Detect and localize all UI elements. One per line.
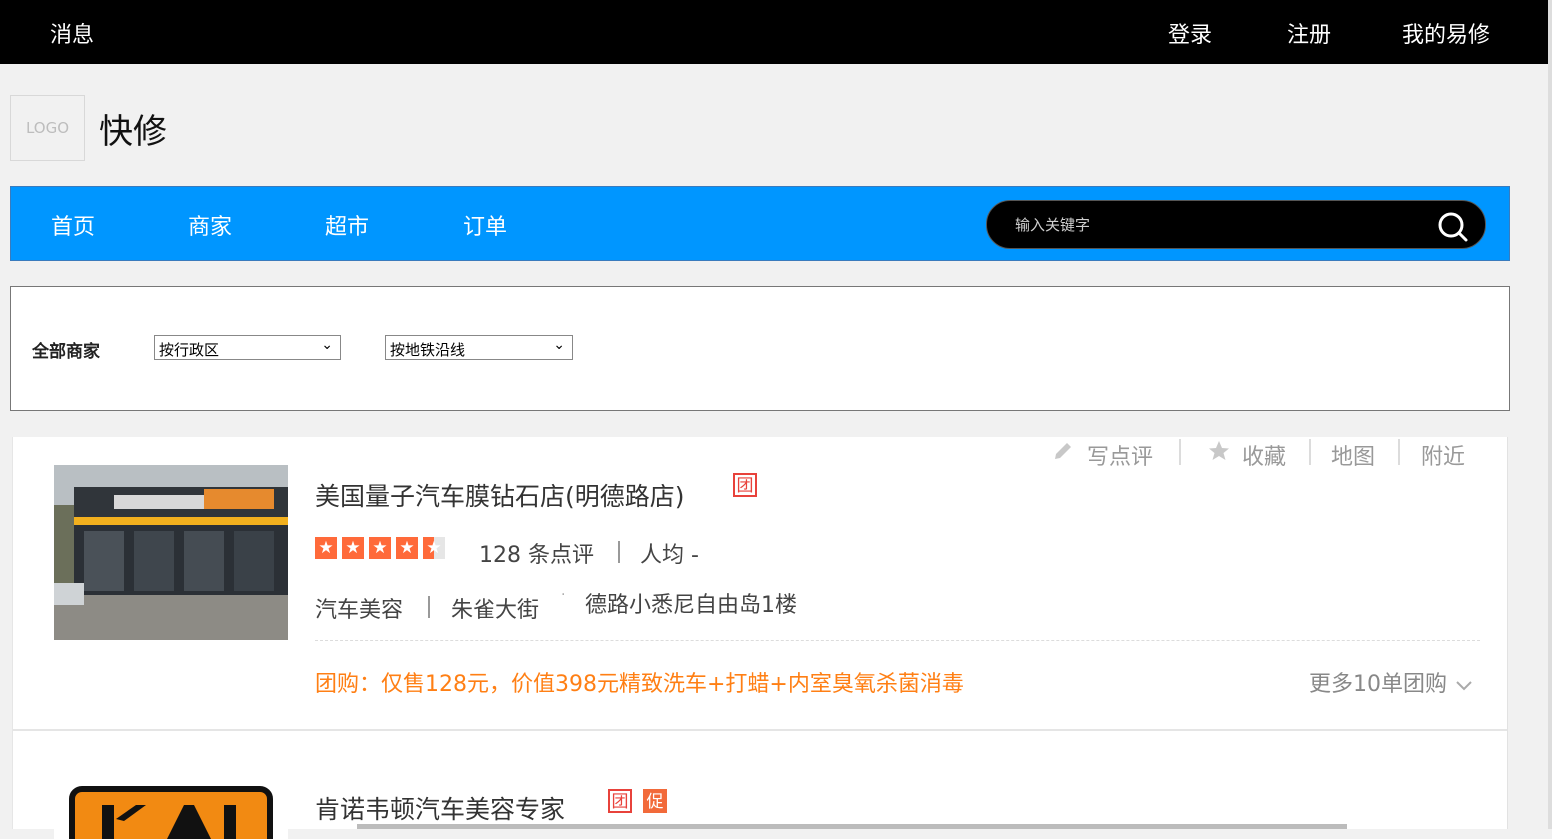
group-buy-badge: 团 xyxy=(733,473,757,497)
review-count[interactable]: 128 条点评 xyxy=(479,537,594,569)
brand-logo-image xyxy=(69,786,273,839)
register-link[interactable]: 注册 xyxy=(1287,17,1331,49)
pencil-icon xyxy=(1055,443,1071,459)
nav-item-merchants[interactable]: 商家 xyxy=(188,209,232,241)
avg-price: 人均 - xyxy=(640,543,699,568)
promotion-badge: 促 xyxy=(643,789,667,813)
more-deals-link[interactable]: 更多10单团购 xyxy=(1309,666,1474,698)
site-title: 快修 xyxy=(99,112,167,152)
dashed-divider xyxy=(315,640,1480,641)
logo[interactable]: LOGO xyxy=(10,95,85,161)
row-divider xyxy=(13,729,1507,731)
district-select[interactable]: 按行政区 ⌄ xyxy=(154,335,341,360)
chevron-down-icon: ⌄ xyxy=(553,337,565,353)
search-box xyxy=(986,200,1486,249)
login-link[interactable]: 登录 xyxy=(1168,17,1212,49)
shop-category[interactable]: 汽车美容 xyxy=(315,592,403,624)
dot-separator: · xyxy=(561,587,566,603)
star-icon: ★ xyxy=(315,537,337,559)
shop-address: 德路小悉尼自由岛1楼 xyxy=(585,593,797,618)
storefront-image xyxy=(54,465,288,640)
star-icon: ★ xyxy=(396,537,418,559)
top-bar: 消息 登录 注册 我的易修 xyxy=(0,0,1552,64)
star-icon xyxy=(1209,441,1229,460)
vertical-scrollbar[interactable] xyxy=(1548,0,1552,829)
map-link[interactable]: 地图 xyxy=(1331,439,1375,471)
shop-list: 写点评 收藏 地图 附近 美国量子汽车膜钻石店(明德路店) 团 ★ ★ ★ ★ … xyxy=(12,437,1508,839)
nearby-link[interactable]: 附近 xyxy=(1421,439,1465,471)
metro-select-value: 按地铁沿线 xyxy=(390,341,466,359)
chevron-down-icon: ⌄ xyxy=(321,337,333,353)
shop-area[interactable]: 朱雀大街 xyxy=(451,592,539,624)
half-star-icon: ★ xyxy=(423,537,445,559)
action-divider xyxy=(1309,439,1311,465)
more-deals-label: 更多10单团购 xyxy=(1309,672,1447,697)
group-buy-deal[interactable]: 团购：仅售128元，价值398元精致洗车+打蜡+内室臭氧杀菌消毒 xyxy=(315,666,964,698)
search-input[interactable] xyxy=(1013,211,1417,239)
shop-photo[interactable] xyxy=(54,465,288,640)
shop-name[interactable]: 肯诺韦顿汽车美容专家 xyxy=(315,790,565,826)
nav-item-orders[interactable]: 订单 xyxy=(463,209,507,241)
group-buy-badge: 团 xyxy=(608,789,632,813)
nav-item-supermarket[interactable]: 超市 xyxy=(325,209,369,241)
my-account-link[interactable]: 我的易修 xyxy=(1402,17,1490,49)
main-nav: 首页 商家 超市 订单 xyxy=(10,186,1510,261)
all-merchants-label[interactable]: 全部商家 xyxy=(32,337,100,362)
metro-select[interactable]: 按地铁沿线 ⌄ xyxy=(385,335,573,360)
horizontal-scrollbar[interactable] xyxy=(357,824,1347,829)
action-divider xyxy=(1398,439,1400,465)
star-icon: ★ xyxy=(369,537,391,559)
action-divider xyxy=(1179,439,1181,465)
favorite-link[interactable]: 收藏 xyxy=(1242,439,1286,471)
shop-photo[interactable] xyxy=(54,779,288,839)
meta-divider xyxy=(428,596,430,618)
nav-item-home[interactable]: 首页 xyxy=(51,209,95,241)
write-review-link[interactable]: 写点评 xyxy=(1087,439,1153,471)
messages-link[interactable]: 消息 xyxy=(50,17,94,49)
shop-name[interactable]: 美国量子汽车膜钻石店(明德路店) xyxy=(315,477,685,513)
filter-panel: 全部商家 按行政区 ⌄ 按地铁沿线 ⌄ xyxy=(10,286,1510,411)
star-icon: ★ xyxy=(342,537,364,559)
meta-divider xyxy=(618,541,620,563)
chevron-down-icon xyxy=(1456,681,1472,691)
search-icon[interactable] xyxy=(1437,211,1469,243)
district-select-value: 按行政区 xyxy=(159,341,220,359)
